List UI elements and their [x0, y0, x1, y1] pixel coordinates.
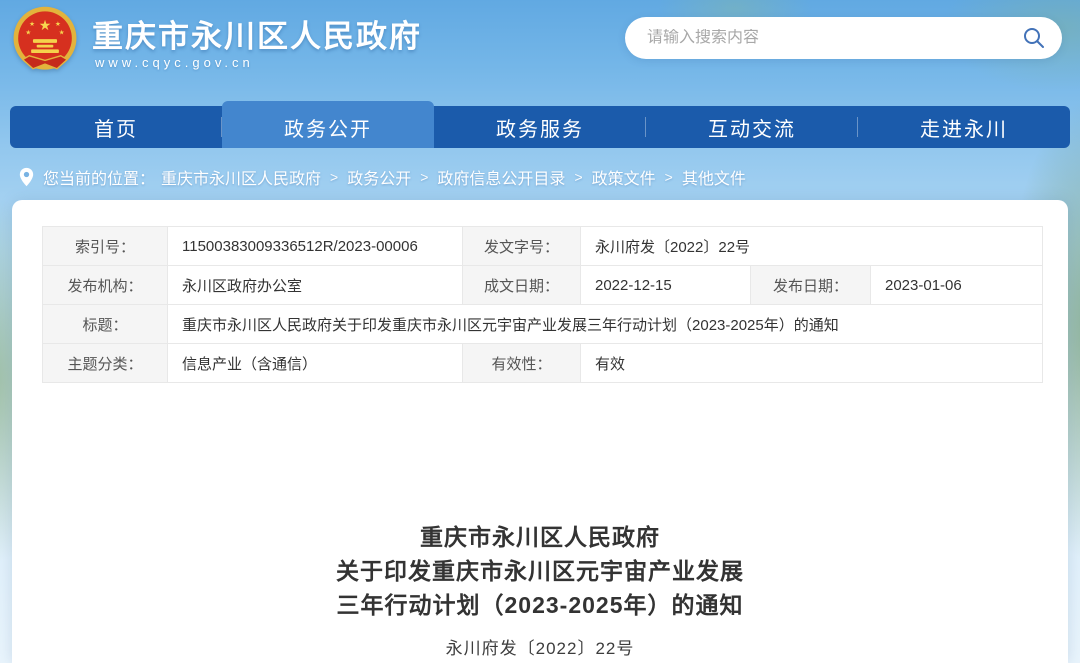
breadcrumb-item-info-catalog[interactable]: 政府信息公开目录	[437, 165, 565, 189]
nav-tab-about-yongchuan[interactable]: 走进永川	[858, 106, 1070, 148]
breadcrumb-item-policy-docs[interactable]: 政策文件	[592, 165, 656, 189]
content-panel: 索引号： 11500383009336512R/2023-00006 发文字号：…	[12, 200, 1068, 663]
breadcrumb-separator: >	[330, 169, 338, 185]
nav-tab-home[interactable]: 首页	[10, 106, 222, 148]
breadcrumb-item-home[interactable]: 重庆市永川区人民政府	[161, 165, 321, 189]
validity-value: 有效	[581, 344, 1043, 383]
nav-tab-gov-info[interactable]: 政务公开	[222, 101, 434, 148]
title-label: 标题：	[43, 305, 168, 344]
table-row: 发布机构： 永川区政府办公室 成文日期： 2022-12-15 发布日期： 20…	[43, 266, 1043, 305]
main-nav: 首页 政务公开 政务服务 互动交流 走进永川	[10, 106, 1070, 148]
svg-text:★: ★	[59, 30, 65, 37]
site-header: ★ ★ ★ ★ ★ 重庆市永川区人民政府 www.cqyc.gov.cn	[0, 0, 1080, 106]
breadcrumb-separator: >	[574, 169, 582, 185]
document-title-line3: 三年行动计划（2023-2025年）的通知	[12, 588, 1068, 622]
topic-category-value: 信息产业（含通信）	[168, 344, 463, 383]
table-row: 索引号： 11500383009336512R/2023-00006 发文字号：…	[43, 227, 1043, 266]
title-value: 重庆市永川区人民政府关于印发重庆市永川区元宇宙产业发展三年行动计划（2023-2…	[168, 305, 1043, 344]
written-date-label: 成文日期：	[463, 266, 581, 305]
document-title-line1: 重庆市永川区人民政府	[12, 520, 1068, 554]
breadcrumb-separator: >	[665, 169, 673, 185]
document-number: 永川府发〔2022〕22号	[12, 634, 1068, 659]
document-heading: 重庆市永川区人民政府 关于印发重庆市永川区元宇宙产业发展 三年行动计划（2023…	[12, 520, 1068, 659]
nav-tab-gov-services[interactable]: 政务服务	[434, 106, 646, 148]
publish-date-value: 2023-01-06	[871, 266, 1043, 305]
breadcrumb-item-gov-info[interactable]: 政务公开	[347, 165, 411, 189]
doc-symbol-value: 永川府发〔2022〕22号	[581, 227, 1043, 266]
breadcrumb-item-other-docs[interactable]: 其他文件	[682, 165, 746, 189]
search-icon[interactable]	[1022, 26, 1046, 50]
doc-symbol-label: 发文字号：	[463, 227, 581, 266]
svg-text:★: ★	[29, 21, 35, 28]
svg-text:★: ★	[25, 30, 31, 37]
svg-text:★: ★	[39, 17, 51, 33]
publish-date-label: 发布日期：	[751, 266, 871, 305]
publisher-label: 发布机构：	[43, 266, 168, 305]
index-number-label: 索引号：	[43, 227, 168, 266]
site-title: 重庆市永川区人民政府	[92, 11, 422, 56]
search-bar	[625, 17, 1062, 59]
nav-tab-interaction[interactable]: 互动交流	[646, 106, 858, 148]
breadcrumb: 您当前的位置： 重庆市永川区人民政府 > 政务公开 > 政府信息公开目录 > 政…	[0, 163, 1080, 191]
written-date-value: 2022-12-15	[581, 266, 751, 305]
search-input[interactable]	[647, 29, 1022, 47]
topic-category-label: 主题分类：	[43, 344, 168, 383]
breadcrumb-separator: >	[420, 169, 428, 185]
document-title-line2: 关于印发重庆市永川区元宇宙产业发展	[12, 554, 1068, 588]
table-row: 标题： 重庆市永川区人民政府关于印发重庆市永川区元宇宙产业发展三年行动计划（20…	[43, 305, 1043, 344]
svg-text:★: ★	[55, 21, 61, 28]
document-meta-table: 索引号： 11500383009336512R/2023-00006 发文字号：…	[42, 226, 1043, 383]
national-emblem-icon: ★ ★ ★ ★ ★	[8, 4, 82, 78]
table-row: 主题分类： 信息产业（含通信） 有效性： 有效	[43, 344, 1043, 383]
location-icon	[18, 167, 35, 187]
index-number-value: 11500383009336512R/2023-00006	[168, 227, 463, 266]
site-url: www.cqyc.gov.cn	[95, 55, 254, 70]
validity-label: 有效性：	[463, 344, 581, 383]
publisher-value: 永川区政府办公室	[168, 266, 463, 305]
breadcrumb-prefix: 您当前的位置：	[43, 165, 155, 189]
